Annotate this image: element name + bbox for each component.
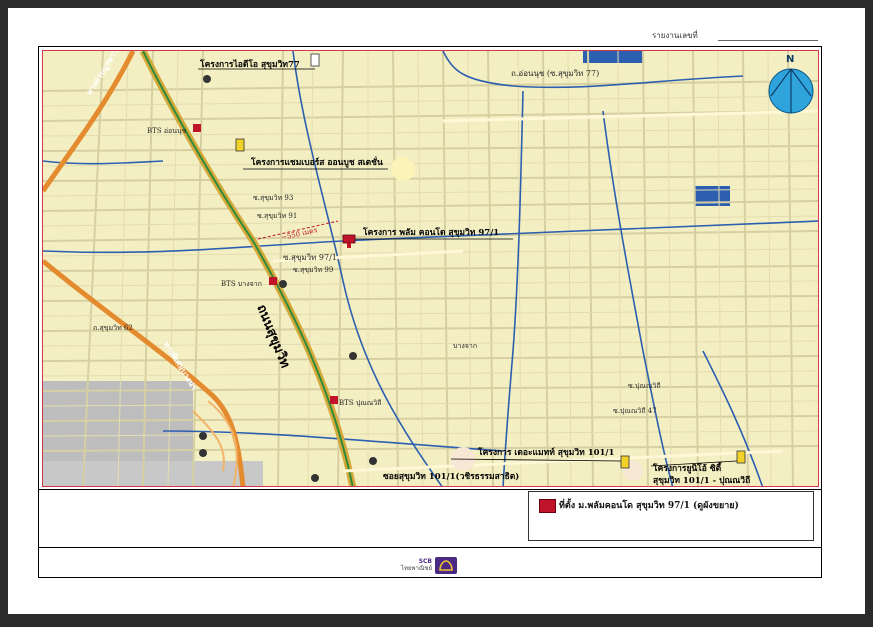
project-marker-ville[interactable] xyxy=(736,450,746,464)
report-number-label: รายงานเลขที่ xyxy=(652,31,698,40)
station-label-bangchak: BTS บางจาก xyxy=(221,280,262,288)
project-ideo-label: โครงการไอดีโอ สุขุมวิท77 xyxy=(200,60,300,70)
area-label-bangchak: บางจาก xyxy=(453,342,478,350)
road-label-soi-101-1: ซอยสุขุมวิท 101/1(วชิรธรรมสาธิต) xyxy=(383,472,520,482)
road-label-soi-101-1-punnawithi: สุขุมวิท 101/1 - ปุณณวิถี xyxy=(653,476,751,486)
legend-text: ที่ตั้ง ม.พลัมคอนโด สุขุมวิท 97/1 (ดูผัง… xyxy=(559,501,739,511)
industrial-area-south xyxy=(43,461,263,486)
map-drawing xyxy=(43,51,818,486)
station-label-onnut: BTS อ่อนนุช xyxy=(147,127,187,135)
project-wyne-label: โครงการแชมเบอร์ส ออนบูช สเตชั่น xyxy=(251,158,383,168)
north-label: N xyxy=(786,54,795,65)
logo-text-top: SCB xyxy=(418,558,432,565)
north-arrow-icon xyxy=(768,68,814,114)
scb-logo: SCB ไทยพาณิชย์ xyxy=(390,556,460,576)
project-subject-label: โครงการ พลัม คอนโด สุขุมวิท 97/1 xyxy=(363,228,500,238)
station-label-punnawithi: BTS ปุณณวิถี xyxy=(339,399,382,407)
highlight-circle xyxy=(391,157,415,181)
location-map[interactable]: N โครงการไอดีโอ สุขุมวิท77 โครงการแชมเบอ… xyxy=(42,50,819,487)
project-marker-base[interactable] xyxy=(620,455,630,469)
road-label-onnut: ถ.อ่อนนุช (ซ.สุขุมวิท 77) xyxy=(511,69,600,78)
road-label-soi-97-1: ซ.สุขุมวิท 97/1 xyxy=(283,253,337,262)
project-marker-wyne[interactable] xyxy=(235,138,245,152)
road-label-soi-93: ซ.สุขุมวิท 93 xyxy=(253,194,294,202)
road-label-soi-47: ซ.ปุณณวิถี 47 xyxy=(613,407,657,415)
report-number-line xyxy=(718,40,818,41)
subject-site-marker[interactable] xyxy=(342,234,356,244)
logo-text: SCB ไทยพาณิชย์ xyxy=(390,558,432,572)
map-legend: ที่ตั้ง ม.พลัมคอนโด สุขุมวิท 97/1 (ดูผัง… xyxy=(528,491,814,541)
frame-divider-bottom xyxy=(38,547,822,548)
road-label-soi-62: ถ.สุขุมวิท 62 xyxy=(93,324,133,332)
pond-north xyxy=(583,51,643,63)
project-marker-ideo[interactable] xyxy=(310,53,320,67)
project-the-base-label: โครงการ เดอะแมทท์ สุขุมวิท 101/1 xyxy=(478,448,615,458)
subject-site-pin xyxy=(347,243,351,248)
frame-divider-top xyxy=(38,489,822,490)
road-label-soi-91: ซ.สุขุมวิท 91 xyxy=(257,212,298,220)
road-label-punnawithi: ซ.ปุณณวิถี xyxy=(628,382,661,390)
scb-emblem-icon xyxy=(435,557,457,574)
legend-swatch xyxy=(539,499,556,513)
logo-text-bottom: ไทยพาณิชย์ xyxy=(401,565,432,572)
road-label-soi-99: ซ.สุขุมวิท 99 xyxy=(293,266,334,274)
